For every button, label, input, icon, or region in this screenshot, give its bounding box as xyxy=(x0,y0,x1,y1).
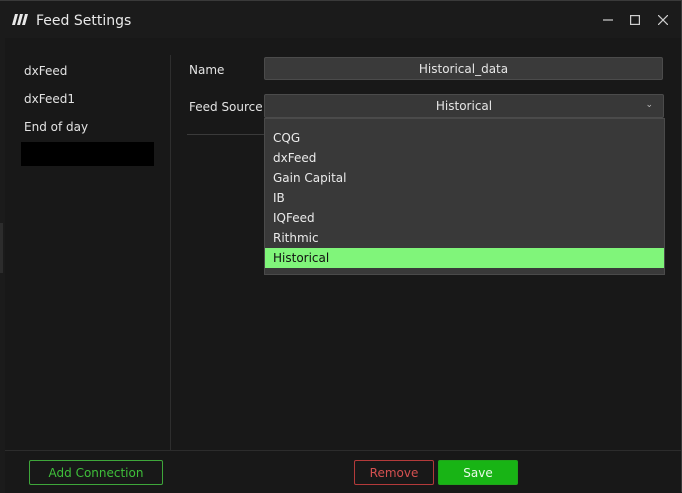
maximize-icon xyxy=(630,15,640,25)
dropdown-option-rithmic[interactable]: Rithmic xyxy=(265,228,664,248)
feed-source-value: Historical xyxy=(435,99,493,113)
sidebar-item-dxfeed1[interactable]: dxFeed1 xyxy=(24,92,75,106)
add-connection-button[interactable]: Add Connection xyxy=(29,460,163,485)
dropdown-option-dxfeed[interactable]: dxFeed xyxy=(265,148,664,168)
vertical-divider xyxy=(170,55,171,450)
maximize-button[interactable] xyxy=(624,9,646,31)
dropdown-option-gain-capital[interactable]: Gain Capital xyxy=(265,168,664,188)
title-bar[interactable]: Feed Settings xyxy=(0,1,681,38)
sidebar-item-end-of-day[interactable]: End of day xyxy=(24,120,88,134)
close-button[interactable] xyxy=(652,9,674,31)
app-logo-icon xyxy=(12,14,28,25)
form-separator xyxy=(187,134,265,135)
feed-source-dropdown: CQG dxFeed Gain Capital IB IQFeed Rithmi… xyxy=(264,118,665,275)
remove-button[interactable]: Remove xyxy=(354,460,434,485)
sidebar-item-selected[interactable] xyxy=(21,142,154,166)
window-resize-edge[interactable] xyxy=(0,223,3,273)
dropdown-option-cqg[interactable]: CQG xyxy=(265,128,664,148)
minimize-button[interactable] xyxy=(597,9,619,31)
dropdown-option-historical[interactable]: Historical xyxy=(265,248,664,268)
window-title: Feed Settings xyxy=(36,13,132,29)
connections-sidebar xyxy=(5,55,170,450)
dropdown-option-ib[interactable]: IB xyxy=(265,188,664,208)
chevron-down-icon: ⌄ xyxy=(645,100,653,110)
name-input[interactable] xyxy=(264,57,663,80)
name-label: Name xyxy=(189,63,225,77)
minimize-icon xyxy=(603,19,613,21)
close-icon xyxy=(658,15,668,25)
feed-source-label: Feed Source xyxy=(189,100,263,114)
dropdown-option-iqfeed[interactable]: IQFeed xyxy=(265,208,664,228)
feed-source-select[interactable]: Historical ⌄ xyxy=(264,94,664,118)
sidebar-item-dxfeed[interactable]: dxFeed xyxy=(24,64,67,78)
save-button[interactable]: Save xyxy=(438,460,518,485)
